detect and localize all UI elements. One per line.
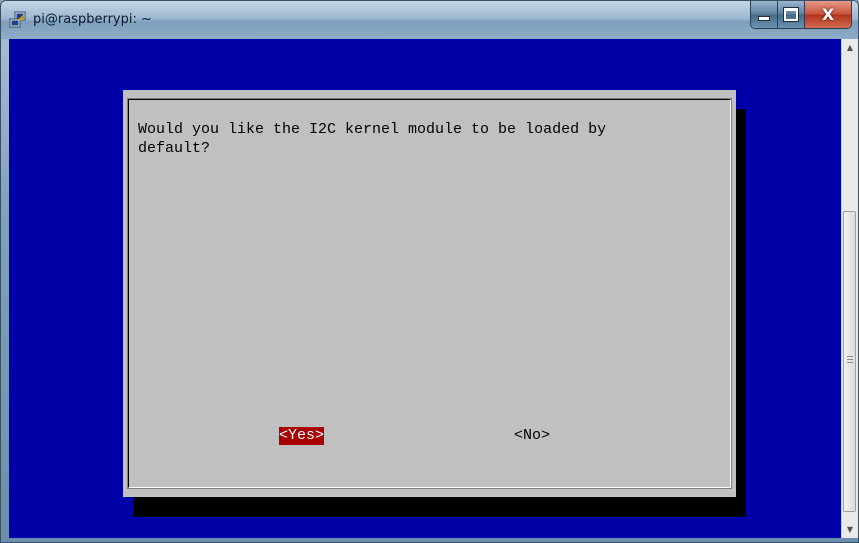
maximize-icon xyxy=(784,8,798,21)
scroll-down-icon[interactable]: ▼ xyxy=(842,521,858,538)
title-bar[interactable]: pi@raspberrypi: ~ X xyxy=(1,1,858,39)
vertical-scrollbar[interactable]: ▲ ▼ xyxy=(841,39,858,538)
scroll-thumb[interactable] xyxy=(843,211,856,512)
scroll-up-icon[interactable]: ▲ xyxy=(842,39,858,56)
minimize-button[interactable] xyxy=(751,1,778,28)
maximize-button[interactable] xyxy=(778,1,805,28)
close-icon: X xyxy=(821,5,835,24)
terminal-window: pi@raspberrypi: ~ X Would you like the I… xyxy=(0,0,859,543)
yes-button[interactable]: <Yes> xyxy=(279,427,325,445)
dialog-message: Would you like the I2C kernel module to … xyxy=(138,121,607,157)
grip-icon xyxy=(847,356,853,363)
window-title: pi@raspberrypi: ~ xyxy=(33,12,152,27)
close-button[interactable]: X xyxy=(805,1,851,28)
putty-icon xyxy=(9,11,26,28)
minimize-icon xyxy=(758,16,770,21)
window-controls: X xyxy=(750,1,852,29)
confirm-dialog: Would you like the I2C kernel module to … xyxy=(123,90,736,497)
terminal-area[interactable]: Would you like the I2C kernel module to … xyxy=(9,39,841,538)
no-button[interactable]: <No> xyxy=(514,427,550,445)
